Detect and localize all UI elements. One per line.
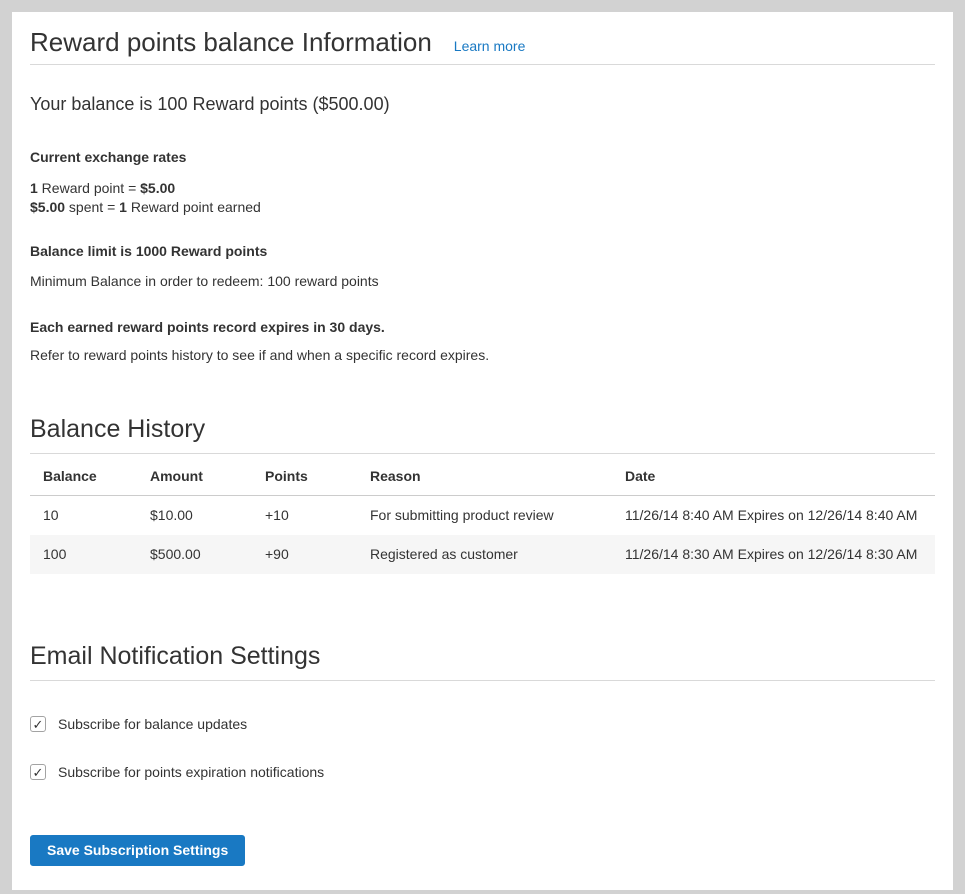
expiration-heading: Each earned reward points record expires… — [30, 319, 935, 336]
cell-date: 11/26/14 8:40 AM Expires on 12/26/14 8:4… — [612, 496, 935, 536]
balance-updates-label: Subscribe for balance updates — [58, 714, 247, 734]
cell-amount: $10.00 — [137, 496, 252, 536]
column-header-points: Points — [252, 454, 357, 496]
cell-date: 11/26/14 8:30 AM Expires on 12/26/14 8:3… — [612, 535, 935, 574]
page-title: Reward points balance Information — [30, 27, 432, 58]
earn-rate-line: 1 Reward point = $5.00 — [30, 180, 175, 196]
checkmark-icon: ✓ — [33, 718, 44, 731]
balance-updates-checkbox-row[interactable]: ✓ Subscribe for balance updates — [30, 714, 247, 734]
balance-history-heading: Balance History — [30, 414, 935, 444]
exchange-rate-lines: 1 Reward point = $5.00 $5.00 spent = 1 R… — [30, 179, 935, 217]
balance-limit-heading: Balance limit is 1000 Reward points — [30, 243, 935, 260]
learn-more-link[interactable]: Learn more — [454, 38, 526, 54]
cell-reason: For submitting product review — [357, 496, 612, 536]
cell-balance: 10 — [30, 496, 137, 536]
expiration-notifications-label: Subscribe for points expiration notifica… — [58, 762, 324, 782]
minimum-balance-note: Minimum Balance in order to redeem: 100 … — [30, 273, 935, 290]
cell-balance: 100 — [30, 535, 137, 574]
email-settings-heading: Email Notification Settings — [30, 641, 935, 671]
header-divider — [30, 64, 935, 65]
reward-points-card: Reward points balance Information Learn … — [12, 12, 953, 890]
expiration-notifications-checkbox-row[interactable]: ✓ Subscribe for points expiration notifi… — [30, 762, 324, 782]
balance-summary: Your balance is 100 Reward points ($500.… — [30, 93, 935, 115]
checkmark-icon: ✓ — [33, 766, 44, 779]
page-header: Reward points balance Information Learn … — [30, 12, 935, 58]
cell-points: +10 — [252, 496, 357, 536]
cell-points: +90 — [252, 535, 357, 574]
table-header-row: Balance Amount Points Reason Date — [30, 454, 935, 496]
column-header-reason: Reason — [357, 454, 612, 496]
expiration-notifications-checkbox[interactable]: ✓ — [30, 764, 46, 780]
cell-reason: Registered as customer — [357, 535, 612, 574]
exchange-rates-heading: Current exchange rates — [30, 149, 935, 166]
table-row: 100 $500.00 +90 Registered as customer 1… — [30, 535, 935, 574]
spend-rate-line: $5.00 spent = 1 Reward point earned — [30, 199, 261, 215]
save-subscription-button[interactable]: Save Subscription Settings — [30, 835, 245, 866]
cell-amount: $500.00 — [137, 535, 252, 574]
column-header-balance: Balance — [30, 454, 137, 496]
balance-updates-checkbox[interactable]: ✓ — [30, 716, 46, 732]
column-header-date: Date — [612, 454, 935, 496]
expiration-note: Refer to reward points history to see if… — [30, 347, 935, 364]
email-settings-divider — [30, 680, 935, 681]
column-header-amount: Amount — [137, 454, 252, 496]
balance-history-table: Balance Amount Points Reason Date 10 $10… — [30, 454, 935, 574]
table-row: 10 $10.00 +10 For submitting product rev… — [30, 496, 935, 536]
